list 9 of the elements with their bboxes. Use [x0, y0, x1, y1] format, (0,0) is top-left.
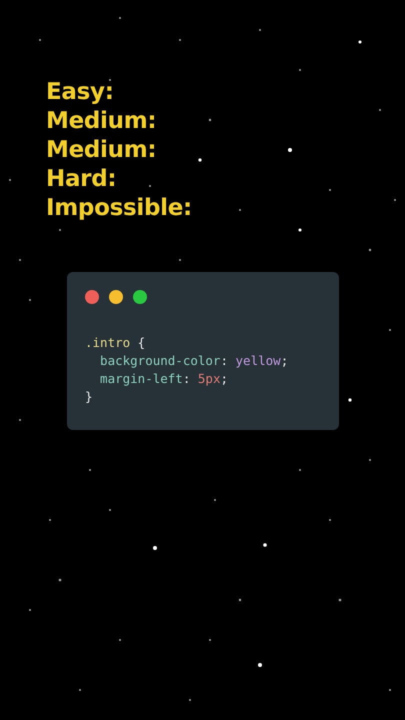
code-line: .intro {	[85, 334, 146, 352]
difficulty-label: Medium:	[46, 107, 156, 136]
difficulty-label: Impossible:	[46, 194, 192, 223]
difficulty-label: Medium:	[46, 136, 156, 165]
difficulty-label: Easy:	[46, 78, 114, 107]
code-line: }	[85, 388, 93, 406]
difficulty-label: Hard:	[46, 165, 116, 194]
code-line: background-color: yellow;	[99, 352, 288, 370]
code-line: margin-left: 5px;	[99, 370, 228, 388]
